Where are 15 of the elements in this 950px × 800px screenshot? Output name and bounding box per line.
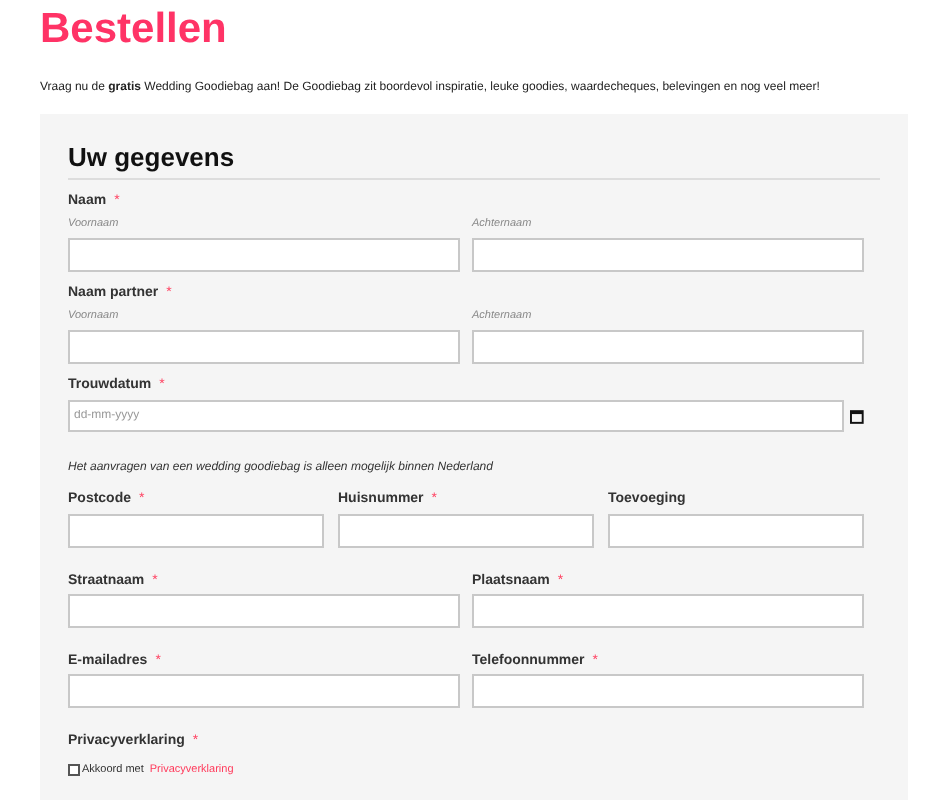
text-field[interactable] — [68, 330, 460, 364]
checkbox[interactable] — [68, 764, 80, 776]
text-field[interactable] — [338, 514, 594, 548]
text-field[interactable] — [68, 514, 324, 548]
text-field[interactable] — [472, 330, 864, 364]
text-field[interactable] — [608, 514, 864, 548]
text-field[interactable] — [472, 594, 864, 628]
text-field[interactable] — [68, 674, 460, 708]
text-field[interactable] — [68, 594, 460, 628]
text-field[interactable] — [472, 674, 864, 708]
calendar-icon[interactable] — [850, 409, 864, 423]
form-heading: Uw gegevens — [68, 142, 237, 174]
page-title: Bestellen — [40, 4, 229, 54]
text-field[interactable] — [68, 238, 460, 272]
text-field[interactable] — [472, 238, 864, 272]
